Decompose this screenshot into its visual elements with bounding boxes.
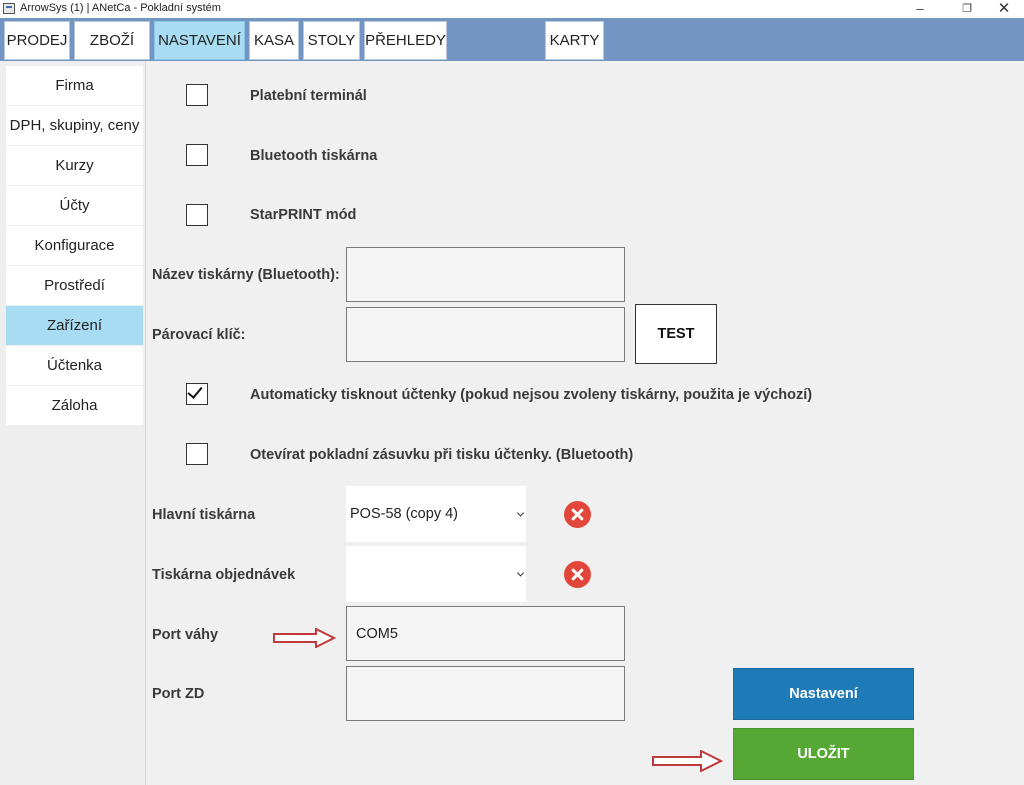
settings-sidebar: Firma DPH, skupiny, ceny Kurzy Účty Konf…: [0, 61, 146, 785]
device-settings-button[interactable]: Nastavení: [733, 668, 914, 720]
bluetooth-printer-label: Bluetooth tiskárna: [250, 148, 378, 164]
remove-main-printer-icon[interactable]: [564, 501, 591, 528]
tab-prehledy[interactable]: PŘEHLEDY: [364, 21, 447, 60]
auto-print-label: Automaticky tisknout účtenky (pokud nejs…: [250, 387, 813, 403]
payment-terminal-label: Platební terminál: [250, 88, 367, 104]
sidebar-item-ucty[interactable]: Účty: [6, 186, 143, 225]
top-navigation: PRODEJ ZBOŽÍ NASTAVENÍ KASA STOLY PŘEHLE…: [0, 18, 1024, 61]
printer-name-field[interactable]: [346, 247, 625, 302]
app-icon: [3, 3, 15, 14]
payment-terminal-checkbox[interactable]: [186, 84, 208, 106]
sidebar-item-zarizeni[interactable]: Zařízení: [6, 306, 143, 345]
zd-port-label: Port ZD: [152, 686, 205, 702]
title-bar: ArrowSys (1) | ANetCa - Pokladní systém …: [0, 0, 1024, 18]
window-title: ArrowSys (1) | ANetCa - Pokladní systém: [20, 2, 221, 14]
close-icon[interactable]: ✕: [984, 0, 1024, 18]
starprint-mode-checkbox[interactable]: [186, 204, 208, 226]
pairing-key-field[interactable]: [346, 307, 625, 362]
tab-karty[interactable]: KARTY: [545, 21, 604, 60]
sidebar-item-kurzy[interactable]: Kurzy: [6, 146, 143, 185]
checkmark-icon: [187, 383, 203, 399]
scale-port-field[interactable]: COM5: [346, 606, 625, 661]
save-button[interactable]: ULOŽIT: [733, 728, 914, 780]
tab-kasa[interactable]: KASA: [249, 21, 299, 60]
sidebar-item-prostredi[interactable]: Prostředí: [6, 266, 143, 305]
tab-zbozi[interactable]: ZBOŽÍ: [74, 21, 150, 60]
chevron-down-icon: [516, 509, 525, 517]
chevron-down-icon: [516, 569, 525, 577]
open-drawer-label: Otevírat pokladní zásuvku při tisku účte…: [250, 447, 634, 463]
order-printer-label: Tiskárna objednávek: [152, 567, 296, 583]
device-settings-panel: Platební terminál Bluetooth tiskárna Sta…: [146, 61, 1024, 785]
bluetooth-printer-checkbox[interactable]: [186, 144, 208, 166]
zd-port-field[interactable]: [346, 666, 625, 721]
annotation-arrow-icon: [273, 628, 336, 648]
tab-stoly[interactable]: STOLY: [303, 21, 360, 60]
starprint-mode-label: StarPRINT mód: [250, 207, 357, 223]
minimize-icon[interactable]: –: [900, 0, 940, 18]
auto-print-checkbox[interactable]: [186, 383, 208, 405]
sidebar-item-dph[interactable]: DPH, skupiny, ceny: [6, 106, 143, 145]
sidebar-item-firma[interactable]: Firma: [6, 66, 143, 105]
sidebar-item-konfigurace[interactable]: Konfigurace: [6, 226, 143, 265]
main-printer-select[interactable]: POS-58 (copy 4): [346, 486, 526, 542]
scale-port-label: Port váhy: [152, 627, 219, 643]
pairing-key-label: Párovací klíč:: [152, 327, 246, 343]
order-printer-select[interactable]: [346, 546, 526, 602]
test-button[interactable]: TEST: [635, 304, 717, 364]
tab-nastaveni[interactable]: NASTAVENÍ: [154, 21, 245, 60]
sidebar-item-uctenka[interactable]: Účtenka: [6, 346, 143, 385]
open-drawer-checkbox[interactable]: [186, 443, 208, 465]
annotation-arrow-icon: [652, 750, 723, 772]
printer-name-label: Název tiskárny (Bluetooth):: [152, 267, 340, 283]
main-printer-value: POS-58 (copy 4): [350, 506, 458, 522]
remove-order-printer-icon[interactable]: [564, 561, 591, 588]
main-printer-label: Hlavní tiskárna: [152, 507, 256, 523]
restore-icon[interactable]: ❐: [947, 0, 987, 18]
tab-prodej[interactable]: PRODEJ: [4, 21, 70, 60]
sidebar-item-zaloha[interactable]: Záloha: [6, 386, 143, 425]
